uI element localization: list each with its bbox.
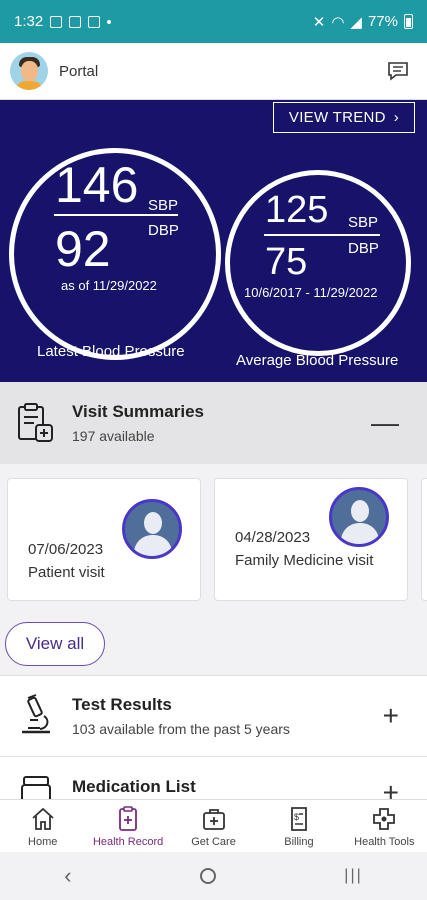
nav-get-care[interactable]: Get Care (171, 800, 256, 852)
medication-list-title: Medication List (72, 777, 196, 796)
visit-card[interactable]: 07/06/2023 Patient visit (7, 478, 201, 601)
medication-icon (21, 776, 51, 799)
nav-health-record[interactable]: Health Record (85, 800, 170, 852)
average-dbp-label: DBP (348, 240, 379, 257)
average-sbp-value: 125 (265, 189, 329, 231)
average-date-range: 10/6/2017 - 11/29/2022 (244, 285, 378, 300)
signal-icon: ◢ (350, 13, 362, 31)
provider-avatar-icon (122, 499, 182, 559)
average-dbp-value: 75 (265, 241, 308, 283)
billing-icon: $ (291, 807, 307, 831)
message-icon[interactable] (387, 61, 409, 81)
latest-as-of: as of 11/29/2022 (61, 278, 157, 293)
test-results-header[interactable]: Test Results 103 available from the past… (0, 675, 427, 757)
nav-health-tools-label: Health Tools (354, 836, 415, 848)
latest-dbp-value: 92 (55, 221, 111, 277)
system-nav-bar: ‹ ||| (0, 852, 427, 900)
app-header: Portal (0, 43, 427, 100)
test-results-count: 103 available from the past 5 years (72, 721, 290, 737)
blood-pressure-panel: VIEW TREND › 146 SBP 92 DBP as of 11/29/… (0, 100, 427, 382)
average-bp-caption: Average Blood Pressure (236, 352, 399, 369)
visit-card[interactable]: 04/28/2023 Family Medicine visit (214, 478, 408, 601)
visit-summaries-title: Visit Summaries (72, 402, 204, 421)
collapse-button[interactable]: — (371, 407, 399, 439)
svg-text:$: $ (294, 812, 299, 822)
home-icon (32, 807, 54, 830)
visit-type: Patient visit (28, 564, 105, 581)
average-sbp-label: SBP (348, 214, 379, 231)
bottom-nav: Home Health Record Get Care $ Billing He… (0, 799, 427, 852)
nav-home[interactable]: Home (0, 800, 85, 852)
average-divider (264, 234, 380, 236)
recent-apps-icon[interactable]: ||| (344, 867, 362, 885)
clipboard-add-icon (18, 403, 53, 442)
visit-cards-carousel[interactable]: 07/06/2023 Patient visit 04/28/2023 Fami… (0, 464, 427, 614)
visit-date: 04/28/2023 (235, 529, 311, 546)
nav-billing[interactable]: $ Billing (256, 800, 341, 852)
nav-health-tools[interactable]: Health Tools (342, 800, 427, 852)
latest-sbp-value: 146 (55, 157, 139, 213)
expand-button[interactable]: + (383, 700, 399, 732)
medication-list-header[interactable]: Medication List + (0, 757, 427, 799)
microscope-icon (22, 694, 50, 734)
visit-date: 07/06/2023 (28, 541, 104, 558)
status-bar: 1:32 ✕ ◠ ◢ 77% (0, 0, 427, 43)
nav-home-label: Home (28, 836, 58, 848)
view-trend-button[interactable]: VIEW TREND › (273, 102, 415, 133)
checkmark-icon (88, 15, 101, 28)
visit-card-partial[interactable] (421, 478, 427, 601)
expand-button[interactable]: + (383, 777, 399, 799)
battery-percent: 77% (367, 13, 398, 30)
status-time: 1:32 (14, 13, 44, 30)
avatar[interactable] (10, 52, 48, 90)
view-trend-label: VIEW TREND (288, 109, 386, 126)
provider-avatar-icon (329, 487, 389, 547)
latest-dbp-label: DBP (148, 222, 179, 239)
medical-kit-icon (202, 809, 225, 830)
home-circle-icon[interactable] (199, 868, 216, 884)
latest-divider (54, 214, 178, 216)
back-icon[interactable]: ‹ (64, 863, 71, 889)
view-all-button[interactable]: View all (5, 622, 105, 666)
chevron-right-icon: › (393, 109, 400, 126)
health-tools-icon (373, 808, 396, 830)
nav-get-care-label: Get Care (191, 836, 236, 848)
latest-sbp-label: SBP (148, 197, 179, 214)
visit-summaries-header[interactable]: Visit Summaries 197 available — (0, 382, 427, 464)
health-record-icon (119, 806, 138, 831)
mute-icon: ✕ (312, 13, 326, 31)
calendar-icon (69, 15, 82, 28)
battery-icon (404, 14, 413, 29)
latest-bp-caption: Latest Blood Pressure (37, 343, 185, 360)
visit-summaries-count: 197 available (72, 428, 155, 444)
notification-dot-icon (107, 19, 112, 24)
nav-billing-label: Billing (284, 836, 314, 848)
wifi-icon: ◠ (331, 13, 345, 31)
page-title: Portal (59, 62, 99, 80)
visit-type: Family Medicine visit (235, 552, 374, 569)
test-results-title: Test Results (72, 695, 172, 714)
nav-health-record-label: Health Record (92, 836, 164, 848)
gallery-icon (50, 15, 63, 28)
